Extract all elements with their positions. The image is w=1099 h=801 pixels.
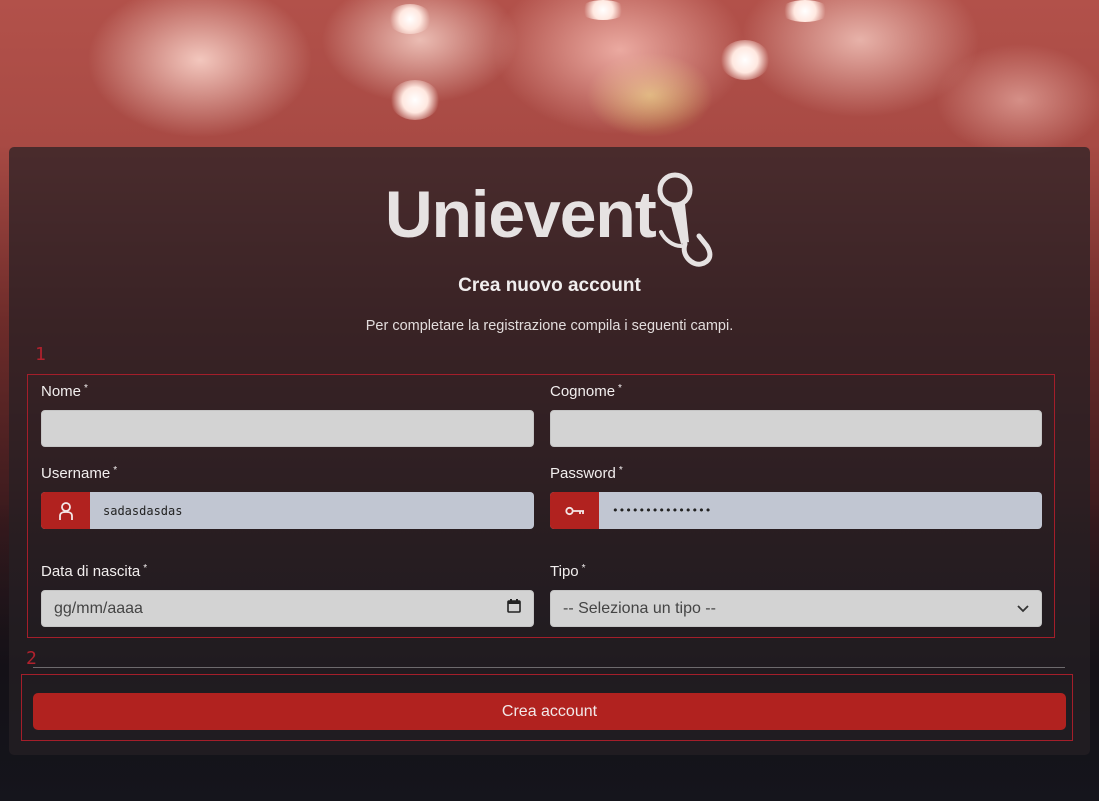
cognome-label: Cognome * [550, 383, 622, 400]
create-account-button[interactable]: Crea account [33, 693, 1066, 730]
username-label: Username * [41, 465, 118, 482]
user-icon [41, 492, 90, 529]
birthdate-input[interactable]: gg/mm/aaaa [41, 590, 534, 627]
cognome-input[interactable] [550, 410, 1042, 447]
logo-text: Unievent [385, 177, 657, 251]
birthdate-placeholder: gg/mm/aaaa [54, 599, 143, 617]
calendar-icon[interactable] [507, 599, 521, 618]
tipo-selected-value: -- Seleziona un tipo -- [563, 599, 716, 617]
unievent-logo: Unievent [385, 170, 715, 272]
tipo-select[interactable]: -- Seleziona un tipo -- [550, 590, 1042, 627]
nome-label: Nome * [41, 383, 88, 400]
nome-text-input[interactable] [42, 411, 533, 446]
username-value[interactable]: sadasdasdas [90, 492, 534, 529]
stage-light [580, 0, 626, 20]
annotation-number-2: 2 [26, 648, 37, 669]
form-divider [33, 667, 1065, 668]
password-label: Password * [550, 465, 623, 482]
nome-input[interactable] [41, 410, 534, 447]
birthdate-label: Data di nascita * [41, 563, 148, 580]
username-input[interactable]: sadasdasdas [41, 492, 534, 529]
password-value[interactable]: ••••••••••••••• [599, 492, 1042, 529]
annotation-number-1: 1 [35, 344, 46, 365]
page-title: Crea nuovo account [458, 275, 641, 296]
microphone-icon [657, 172, 713, 267]
stage-light [388, 4, 432, 34]
key-icon [550, 492, 599, 529]
chevron-down-icon [1017, 600, 1029, 618]
stage-light [780, 0, 830, 22]
tipo-label: Tipo * [550, 563, 586, 580]
cognome-text-input[interactable] [551, 411, 1041, 446]
stage-light [390, 80, 440, 120]
password-input[interactable]: ••••••••••••••• [550, 492, 1042, 529]
stage-light [720, 40, 770, 80]
page-subtitle: Per completare la registrazione compila … [365, 318, 734, 334]
